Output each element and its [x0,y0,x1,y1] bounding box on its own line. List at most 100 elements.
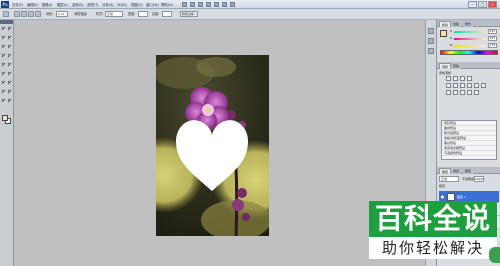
mini-bridge-icon[interactable] [190,2,195,7]
color-ramp[interactable] [440,50,498,55]
width-input[interactable] [138,11,148,17]
dodge-tool-icon[interactable] [7,80,12,85]
menu-edit[interactable]: 编辑(E) [27,2,39,8]
eyedropper-tool-icon[interactable] [7,44,12,49]
menu-3d[interactable]: 3D(D) [117,2,127,8]
refine-edge-button[interactable]: 调整边缘... [180,11,198,17]
pen-tool-icon[interactable] [1,89,6,94]
type-tool-icon[interactable] [7,89,12,94]
brush-tool-icon[interactable] [7,53,12,58]
threshold-icon[interactable] [460,90,465,95]
minimize-button[interactable]: – [468,1,477,8]
history-brush-tool-icon[interactable] [7,62,12,67]
add-selection-icon[interactable] [21,11,27,17]
tab-paths[interactable]: 路径 [463,168,474,174]
tool-preset-icon[interactable] [3,11,9,17]
color-balance-icon[interactable] [460,83,465,88]
brightness-contrast-icon[interactable] [446,76,451,81]
layers-panel-tabs: 图层 通道 路径 [437,167,500,174]
crop-tool-icon[interactable] [1,44,6,49]
tab-swatches[interactable]: 色板 [451,21,462,27]
menu-file[interactable]: 文件(F) [12,2,23,8]
intersect-selection-icon[interactable] [35,11,41,17]
close-button[interactable]: × [488,1,497,8]
menu-help[interactable]: 帮助(H) [161,2,173,8]
blue-value-input[interactable]: 179 [488,43,497,48]
red-track[interactable] [454,30,486,33]
path-select-tool-icon[interactable] [1,98,6,103]
rotate-view-icon[interactable] [214,2,219,7]
posterize-icon[interactable] [453,90,458,95]
menu-window[interactable]: 窗口(W) [146,2,159,8]
menu-layer[interactable]: 图层(L) [57,2,68,8]
curves-icon[interactable] [460,76,465,81]
menu-view[interactable]: 视图(V) [131,2,143,8]
menu-select[interactable]: 选择(S) [72,2,84,8]
green-track[interactable] [454,37,486,40]
tab-layers[interactable]: 图层 [439,168,452,174]
hue-saturation-icon[interactable] [453,83,458,88]
lasso-tool-icon[interactable] [1,35,6,40]
levels-icon[interactable] [453,76,458,81]
marquee-tool-icon[interactable] [7,26,12,31]
blur-tool-icon[interactable] [1,80,6,85]
tab-color[interactable]: 颜色 [439,21,452,27]
tools-panel-header[interactable] [0,20,13,24]
photo-filter-icon[interactable] [474,83,479,88]
hand-tool-icon[interactable] [206,2,211,7]
selective-color-icon[interactable] [474,90,479,95]
menu-filter[interactable]: 滤镜(T) [87,2,99,8]
tab-masks[interactable]: 蒙版 [451,63,462,69]
height-input[interactable] [162,11,172,17]
antialias-checkbox[interactable]: 消除锯齿 [74,11,87,17]
menu-analysis[interactable]: 分析(A) [102,2,114,8]
color-panel-foreground-swatch[interactable] [440,30,447,37]
actions-panel-icon[interactable] [428,38,434,44]
document-canvas[interactable] [156,55,269,236]
gradient-map-icon[interactable] [467,90,472,95]
arrange-documents-icon[interactable] [222,2,227,7]
shape-tool-icon[interactable] [7,98,12,103]
green-slider[interactable]: G 227 [450,36,500,41]
new-selection-icon[interactable] [14,11,20,17]
invert-icon[interactable] [446,90,451,95]
style-select[interactable]: 正常 [105,11,123,17]
exposure-icon[interactable] [467,76,472,81]
feather-input[interactable]: 0 px [56,11,68,17]
red-value-input[interactable]: 242 [488,29,497,34]
color-panel-tabs: 颜色 色板 样式 [437,20,500,27]
eraser-tool-icon[interactable] [1,71,6,76]
blend-mode-select[interactable]: 正常 [439,176,459,182]
tab-channels[interactable]: 通道 [451,168,462,174]
green-value-input[interactable]: 227 [488,36,497,41]
lock-label: 锁定: [439,184,447,188]
blue-track[interactable] [454,44,486,47]
vibrance-icon[interactable] [446,83,451,88]
photoshop-logo: Ps [1,1,9,8]
channel-mixer-icon[interactable] [481,83,486,88]
tab-styles[interactable]: 样式 [463,21,474,27]
plum-blossom-photo [156,55,269,236]
blue-slider[interactable]: B 179 [450,43,500,48]
quick-select-tool-icon[interactable] [7,35,12,40]
clone-stamp-tool-icon[interactable] [1,62,6,67]
healing-brush-tool-icon[interactable] [1,53,6,58]
history-panel-icon[interactable] [428,28,434,34]
menu-image[interactable]: 图像(I) [42,2,52,8]
color-panel: 颜色 色板 样式 R 242 G 227 B 179 [437,20,500,60]
zoom-level-icon[interactable] [198,2,203,7]
info-panel-icon[interactable] [428,48,434,54]
screen-mode-icon[interactable] [230,2,235,7]
preset-selective-color[interactable]: 可选颜色预设 [442,151,496,156]
watermark-title: 百科全说 [369,201,497,237]
move-tool-icon[interactable] [1,26,6,31]
red-slider[interactable]: R 242 [450,29,500,34]
bridge-icon[interactable] [182,2,187,7]
gradient-tool-icon[interactable] [7,71,12,76]
black-white-icon[interactable] [467,83,472,88]
foreground-color-swatch[interactable] [2,115,8,121]
maximize-button[interactable]: □ [478,1,487,8]
subtract-selection-icon[interactable] [28,11,34,17]
opacity-input[interactable]: 100% [474,176,484,182]
tab-adjustments[interactable]: 调整 [439,63,452,69]
